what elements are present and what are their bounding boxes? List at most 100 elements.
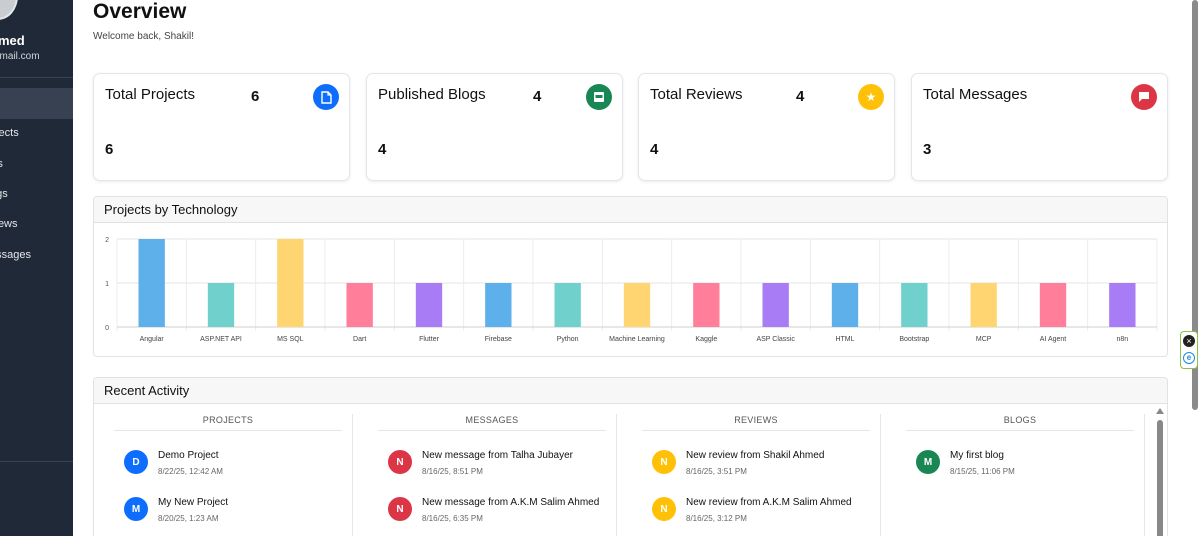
activity-title: New message from Talha Jubayer (422, 450, 573, 461)
stat-card-reviews: Total Reviews 4 4 ★ (638, 73, 895, 181)
column-heading: MESSAGES (378, 415, 606, 431)
activity-avatar: N (652, 450, 676, 474)
scrollbar-thumb[interactable] (1157, 420, 1163, 536)
activity-item[interactable]: M My first blog 8/15/25, 11:06 PM (916, 450, 1146, 486)
main-content: Overview Welcome back, Shakil! Total Pro… (73, 0, 1185, 536)
activity-time: 8/16/25, 6:35 PM (422, 514, 483, 523)
chart-panel: Projects by Technology 2 1 0 Angular ASP.NET… (93, 196, 1168, 357)
activity-title: Demo Project (158, 450, 219, 461)
chart-panel-title: Projects by Technology (94, 197, 1167, 223)
activity-avatar: N (652, 497, 676, 521)
activity-avatar: M (916, 450, 940, 474)
activity-title: New review from Shakil Ahmed (686, 450, 825, 461)
bar-flutter (415, 283, 443, 327)
blog-icon (586, 84, 612, 110)
scroll-up-arrow-icon[interactable] (1156, 408, 1164, 414)
stat-value: 6 (105, 141, 114, 158)
x-tick-label: HTML (835, 336, 854, 343)
activity-time: 8/15/25, 11:06 PM (950, 467, 1015, 476)
x-tick-label: Dart (353, 336, 366, 343)
stat-inline-value: 4 (533, 88, 542, 105)
close-icon[interactable]: × (1183, 335, 1195, 347)
bar-python (554, 283, 581, 327)
activity-title: My New Project (158, 497, 229, 508)
x-tick-label: ASP.NET API (200, 336, 242, 343)
stat-label: Published Blogs (378, 86, 486, 103)
x-tick-label: AI Agent (1040, 336, 1067, 343)
x-tick-label: MCP (976, 336, 992, 343)
x-tick-label: n8n (1116, 336, 1128, 343)
activity-item[interactable]: D Demo Project 8/22/25, 12:42 AM (124, 450, 354, 486)
stat-inline-value: 6 (251, 88, 260, 105)
x-tick-label: Python (557, 336, 579, 343)
activity-scrollbar[interactable] (1153, 406, 1167, 536)
sidebar-item-blogs[interactable]: ogs (0, 188, 8, 200)
stat-label: Total Projects (105, 86, 196, 103)
sidebar-divider (0, 77, 73, 78)
activity-title: My first blog (950, 450, 1004, 461)
edge-icon[interactable]: e (1183, 352, 1195, 364)
bar-mcp (970, 283, 997, 327)
stat-value: 3 (923, 141, 932, 158)
activity-avatar: D (124, 450, 148, 474)
bar-ai-agent (1039, 283, 1067, 327)
sidebar-item-messages[interactable]: essages (0, 249, 31, 261)
activity-avatar: M (124, 497, 148, 521)
sidebar-item-reviews[interactable]: views (0, 218, 18, 230)
x-tick-label: Flutter (419, 336, 440, 343)
bar-asp-classic (762, 283, 789, 327)
stat-card-messages: Total Messages 3 (911, 73, 1168, 181)
x-tick-label: ASP Classic (756, 336, 795, 343)
activity-time: 8/22/25, 12:42 AM (158, 467, 223, 476)
activity-avatar: N (388, 450, 412, 474)
stat-label: Total Reviews (650, 86, 743, 103)
activity-item[interactable]: N New review from Shakil Ahmed 8/16/25, … (652, 450, 882, 486)
bar-ms-sql (277, 239, 304, 327)
sidebar-divider-bottom (0, 461, 73, 462)
user-avatar[interactable] (0, 0, 18, 20)
bar-n8n (1109, 283, 1136, 327)
activity-time: 8/16/25, 3:12 PM (686, 514, 747, 523)
activity-title: New review from A.K.M Salim Ahmed (686, 497, 852, 508)
y-tick-label: 2 (105, 237, 109, 244)
stat-inline-value: 4 (796, 88, 805, 105)
sidebar-item-overview[interactable] (0, 88, 73, 119)
column-heading: BLOGS (906, 415, 1134, 431)
user-email: gmail.com (0, 51, 40, 62)
projects-by-technology-chart: 2 1 0 Angular ASP.NET API MS SQL Dart Flutter Fi… (105, 237, 1158, 343)
activity-avatar: N (388, 497, 412, 521)
column-separator (880, 414, 881, 536)
stat-card-blogs: Published Blogs 4 4 (366, 73, 623, 181)
bar-bootstrap (901, 283, 928, 327)
column-heading: REVIEWS (642, 415, 870, 431)
x-tick-label: Angular (140, 336, 165, 343)
page-title: Overview (93, 0, 187, 23)
page-subtitle: Welcome back, Shakil! (93, 31, 194, 42)
column-separator (352, 414, 353, 536)
activity-panel-title: Recent Activity (94, 378, 1167, 404)
activity-item[interactable]: N New review from A.K.M Salim Ahmed 8/16… (652, 497, 882, 533)
activity-item[interactable]: N New message from Talha Jubayer 8/16/25… (388, 450, 618, 486)
x-tick-label: Kaggle (695, 336, 717, 343)
activity-item[interactable]: M My New Project 8/20/25, 1:23 AM (124, 497, 354, 533)
x-tick-label: MS SQL (277, 336, 304, 343)
bar-html (831, 283, 859, 327)
column-heading: PROJECTS (114, 415, 342, 431)
y-tick-label: 1 (105, 281, 109, 288)
column-separator (1144, 414, 1145, 536)
activity-title: New message from A.K.M Salim Ahmed (422, 497, 600, 508)
sidebar-item-skills[interactable]: ills (0, 158, 3, 170)
stat-label: Total Messages (923, 86, 1028, 103)
activity-item[interactable]: N New message from A.K.M Salim Ahmed 8/1… (388, 497, 618, 533)
activity-time: 8/16/25, 8:51 PM (422, 467, 483, 476)
x-tick-label: Firebase (485, 336, 512, 343)
star-icon: ★ (858, 84, 884, 110)
stat-value: 4 (650, 141, 659, 158)
bar-asp-net-api (207, 283, 235, 327)
app: hmed gmail.com ojects ills ogs views ess… (0, 0, 1200, 536)
activity-time: 8/20/25, 1:23 AM (158, 514, 219, 523)
bar-dart (346, 283, 373, 327)
activity-time: 8/16/25, 3:51 PM (686, 467, 747, 476)
sidebar-item-projects[interactable]: ojects (0, 127, 19, 139)
activity-panel: Recent Activity PROJECTS D Demo Project … (93, 377, 1168, 536)
